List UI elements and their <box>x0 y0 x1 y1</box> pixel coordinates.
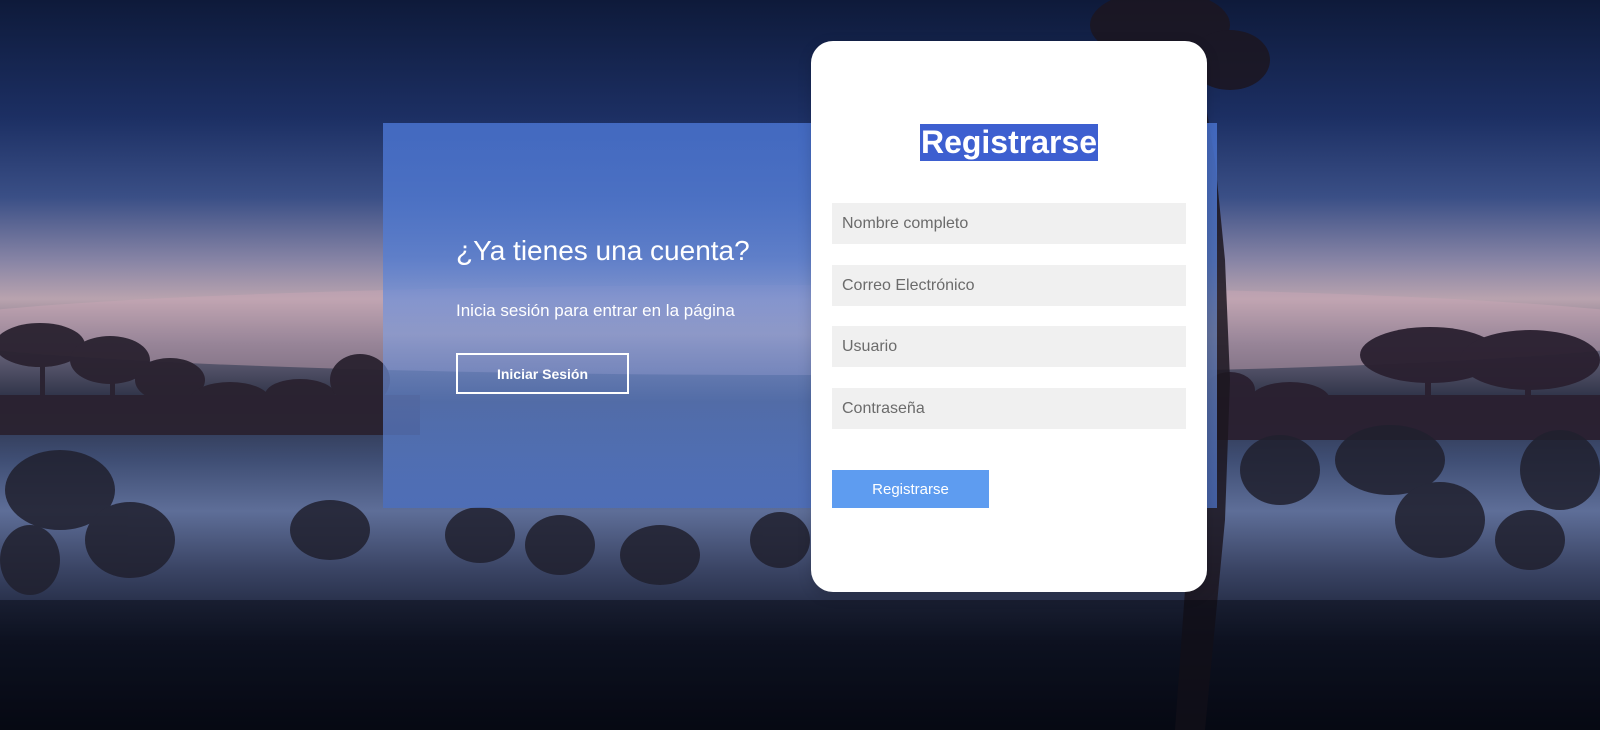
register-submit-button[interactable]: Registrarse <box>832 470 989 508</box>
register-title: Registrarse <box>919 124 1099 161</box>
login-prompt-heading: ¿Ya tienes una cuenta? <box>456 235 750 266</box>
login-button[interactable]: Iniciar Sesión <box>456 353 629 394</box>
login-prompt-subtitle: Inicia sesión para entrar en la página <box>456 301 735 320</box>
username-input[interactable] <box>832 326 1186 367</box>
register-card: Registrarse Registrarse <box>811 41 1207 592</box>
page-background: ¿Ya tienes una cuenta? Inicia sesión par… <box>0 0 1600 730</box>
register-title-wrapper: Registrarse <box>811 124 1207 161</box>
full-name-input[interactable] <box>832 203 1186 244</box>
email-input[interactable] <box>832 265 1186 306</box>
password-input[interactable] <box>832 388 1186 429</box>
